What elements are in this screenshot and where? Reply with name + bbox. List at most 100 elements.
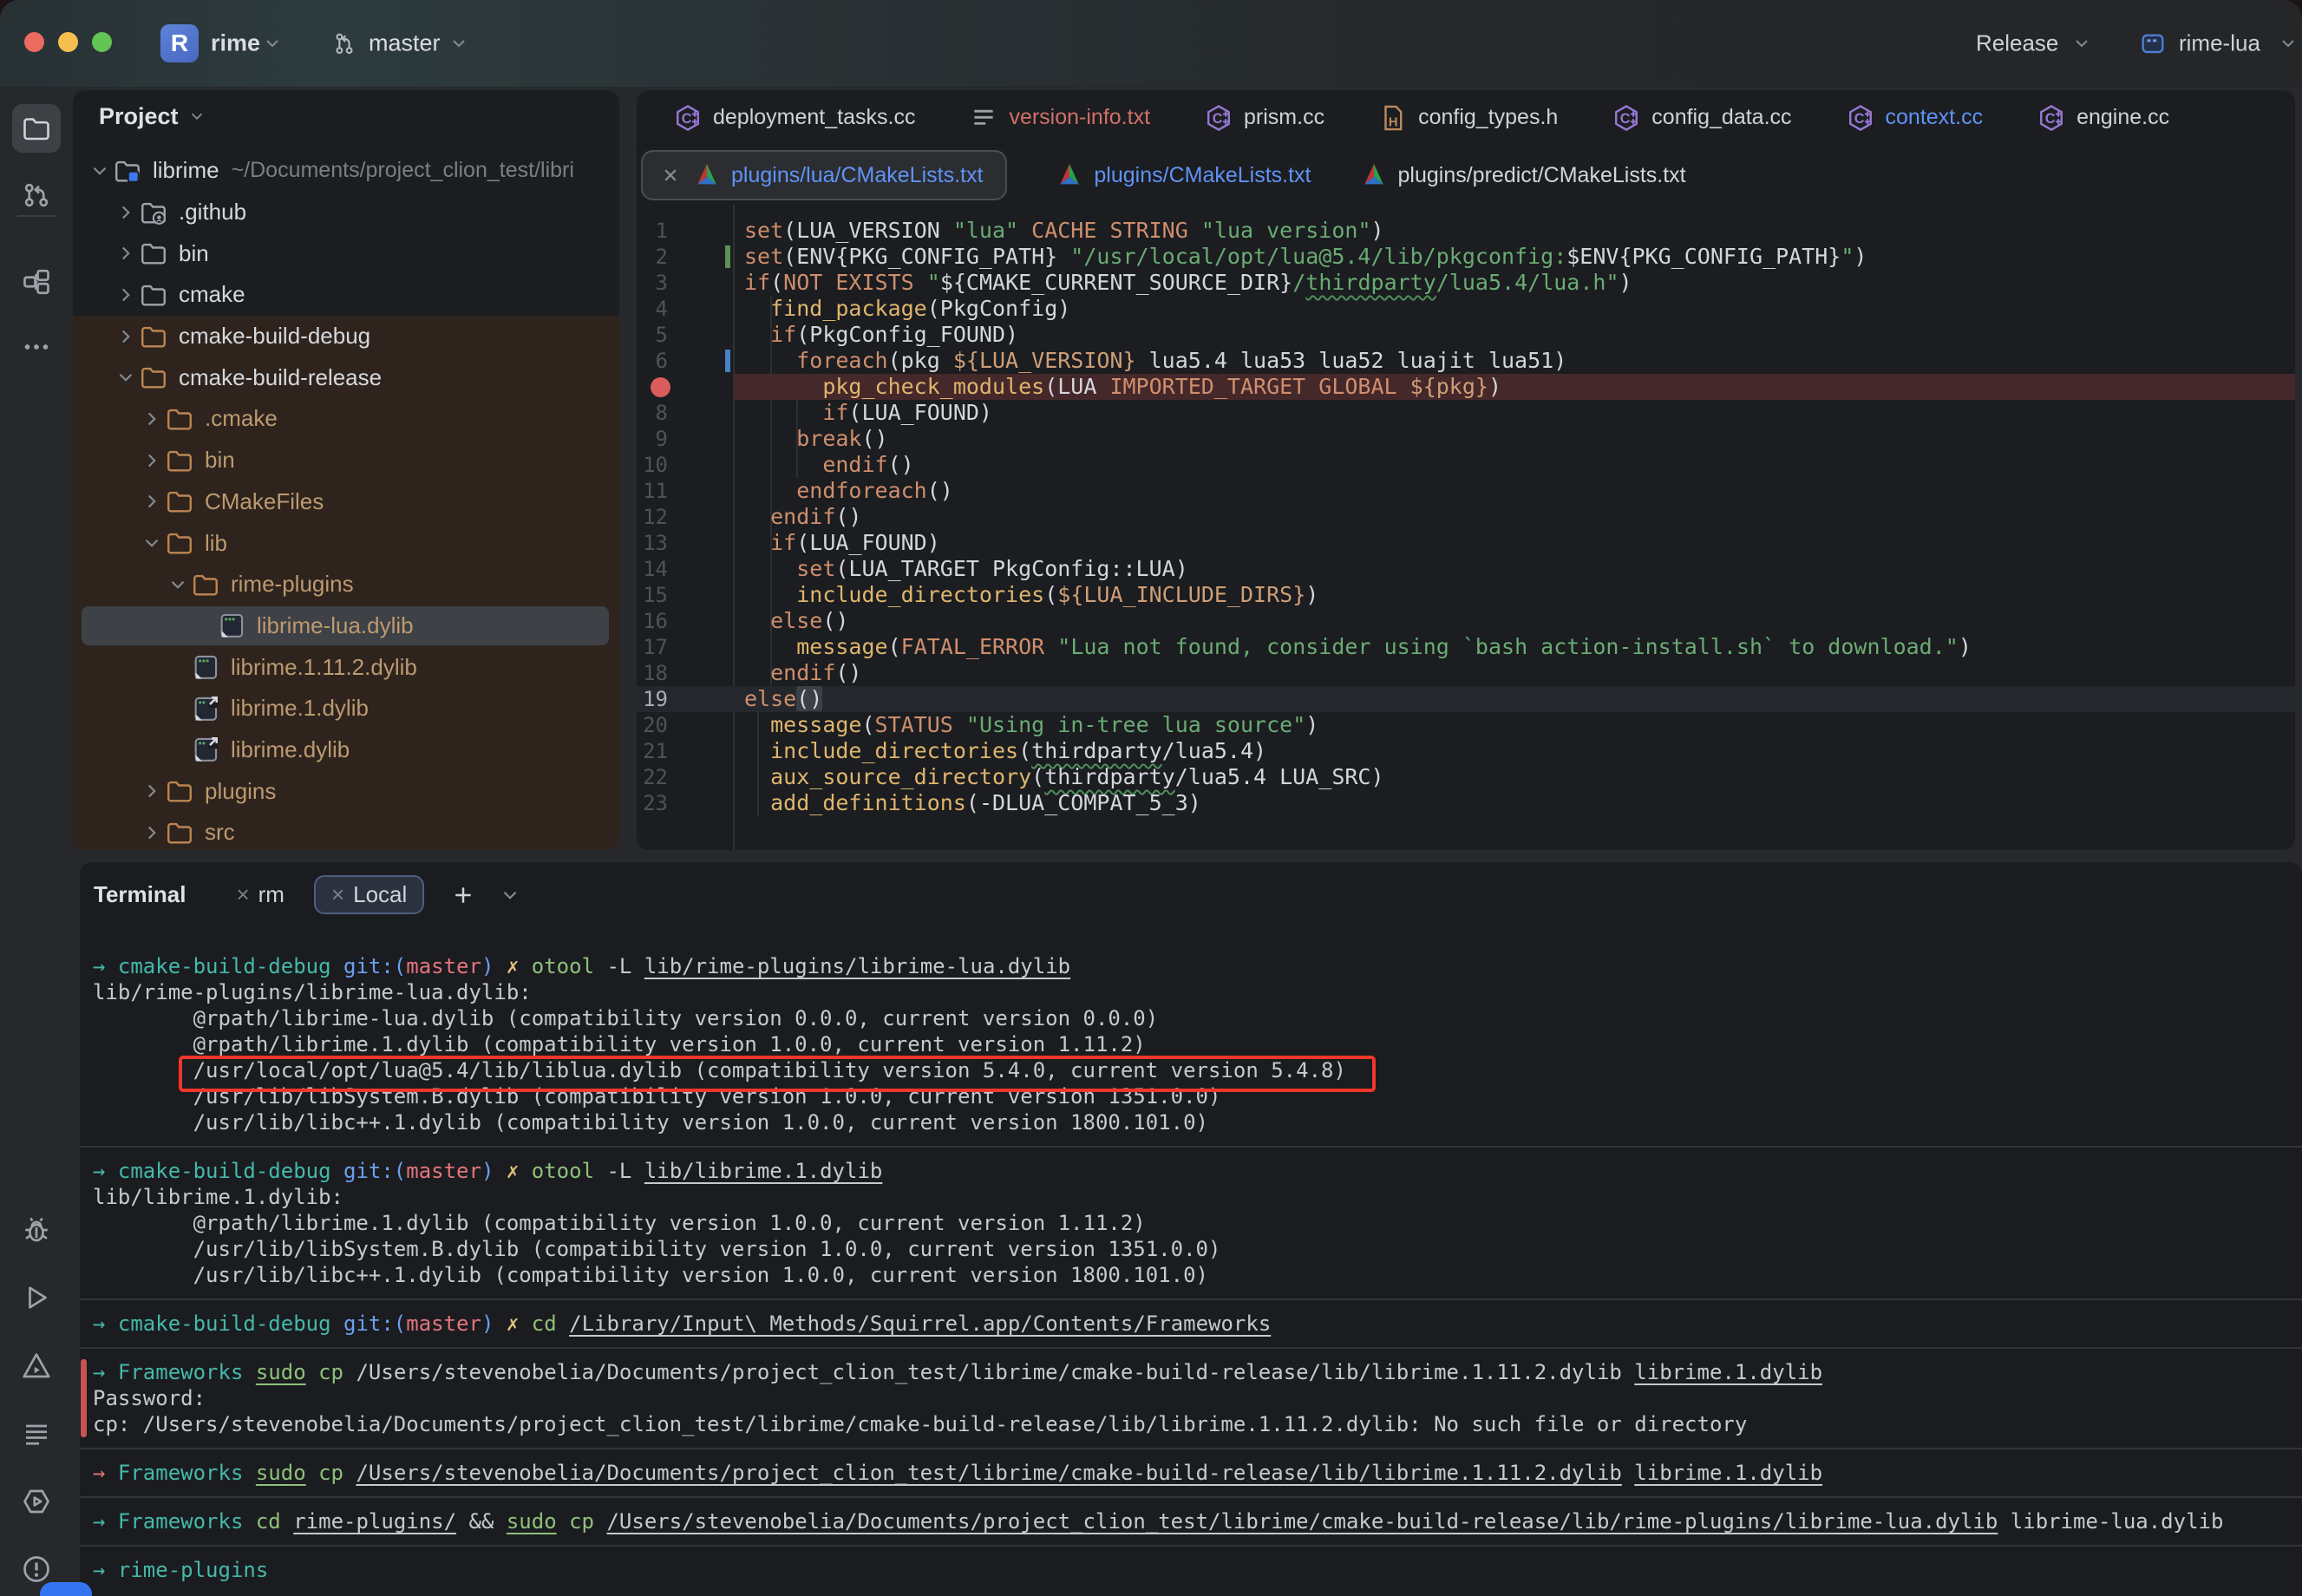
- build-config-selector[interactable]: Release: [1976, 30, 2058, 57]
- editor-tab-deployment_tasks.cc[interactable]: Cdeployment_tasks.cc: [673, 103, 915, 133]
- tree-item-src[interactable]: src: [73, 812, 619, 850]
- editor-tab-engine.cc[interactable]: Cengine.cc: [2037, 103, 2169, 133]
- code-line-5[interactable]: 5 if(PkgConfig_FOUND): [637, 322, 2295, 348]
- line-number[interactable]: 8: [637, 400, 668, 426]
- code-line-19[interactable]: 19else(): [637, 686, 2295, 712]
- line-number[interactable]: 5: [637, 322, 668, 348]
- code-line-13[interactable]: 13 if(LUA_FOUND): [637, 530, 2295, 556]
- close-tab-button[interactable]: [658, 163, 683, 187]
- tree-item-cmake[interactable]: cmake: [73, 274, 619, 316]
- code-line-10[interactable]: 10 endif(): [637, 452, 2295, 478]
- editor-tab-config_types.h[interactable]: Hconfig_types.h: [1378, 103, 1558, 133]
- line-number[interactable]: 2: [637, 244, 668, 270]
- code-line-6[interactable]: 6 foreach(pkg ${LUA_VERSION} lua5.4 lua5…: [637, 348, 2295, 374]
- terminal-output[interactable]: → cmake-build-debug git:(master) ✗ otool…: [93, 953, 2302, 1583]
- code-line-9[interactable]: 9 break(): [637, 426, 2295, 452]
- code-line-15[interactable]: 15 include_directories(${LUA_INCLUDE_DIR…: [637, 582, 2295, 608]
- tree-item-rime-plugins[interactable]: rime-plugins: [73, 564, 619, 605]
- project-panel-title[interactable]: Project: [99, 103, 179, 130]
- terminal-tab-Local[interactable]: ×Local: [314, 875, 424, 914]
- editor-tab-plugins/CMakeLists.txt[interactable]: plugins/CMakeLists.txt: [1056, 161, 1311, 189]
- tree-item-.cmake[interactable]: .cmake: [73, 398, 619, 440]
- tree-item-CMakeFiles[interactable]: CMakeFiles: [73, 481, 619, 523]
- project-selector[interactable]: rime: [211, 30, 260, 57]
- new-terminal-button[interactable]: [450, 882, 476, 908]
- close-terminal-tab[interactable]: ×: [331, 881, 344, 908]
- line-number[interactable]: 23: [637, 790, 668, 816]
- code-line-17[interactable]: 17 message(FATAL_ERROR "Lua not found, c…: [637, 634, 2295, 660]
- vcs-tool-button[interactable]: [12, 171, 61, 219]
- line-number[interactable]: 22: [637, 764, 668, 790]
- code-line-8[interactable]: 8 if(LUA_FOUND): [637, 400, 2295, 426]
- minimize-window-button[interactable]: [58, 32, 78, 52]
- line-number[interactable]: 16: [637, 608, 668, 634]
- tree-item-librime.1.dylib[interactable]: librime.1.dylib: [73, 688, 619, 729]
- run-tool-button[interactable]: [12, 1273, 61, 1322]
- line-number[interactable]: 15: [637, 582, 668, 608]
- line-number[interactable]: 3: [637, 270, 668, 296]
- line-number[interactable]: 4: [637, 296, 668, 322]
- editor-tab-version-info.txt[interactable]: version-info.txt: [969, 103, 1150, 133]
- code-line-4[interactable]: 4 find_package(PkgConfig): [637, 296, 2295, 322]
- debug-tool-button[interactable]: [12, 1206, 61, 1254]
- tree-item-librime-lua.dylib[interactable]: librime-lua.dylib: [73, 605, 619, 647]
- code-line-14[interactable]: 14 set(LUA_TARGET PkgConfig::LUA): [637, 556, 2295, 582]
- code-line-2[interactable]: 2set(ENV{PKG_CONFIG_PATH} "/usr/local/op…: [637, 244, 2295, 270]
- editor-tab-plugins/lua/CMakeLists.txt[interactable]: plugins/lua/CMakeLists.txt: [641, 150, 1007, 200]
- tree-item-librime[interactable]: librime~/Documents/project_clion_test/li…: [73, 150, 619, 192]
- editor-tab-prism.cc[interactable]: Cprism.cc: [1204, 103, 1324, 133]
- line-number[interactable]: 13: [637, 530, 668, 556]
- code-line-1[interactable]: 1set(LUA_VERSION "lua" CACHE STRING "lua…: [637, 218, 2295, 244]
- editor-tab-config_data.cc[interactable]: Cconfig_data.cc: [1612, 103, 1791, 133]
- run-config-selector[interactable]: rime-lua: [2179, 30, 2260, 57]
- tree-item-.github[interactable]: .github: [73, 192, 619, 233]
- maximize-window-button[interactable]: [92, 32, 112, 52]
- todo-tool-button[interactable]: [12, 1410, 61, 1458]
- code-line-11[interactable]: 11 endforeach(): [637, 478, 2295, 504]
- line-number[interactable]: 18: [637, 660, 668, 686]
- code-line-18[interactable]: 18 endif(): [637, 660, 2295, 686]
- line-number[interactable]: 20: [637, 712, 668, 738]
- structure-tool-button[interactable]: [12, 258, 61, 306]
- tree-item-bin[interactable]: bin: [73, 232, 619, 274]
- editor-tab-plugins/predict/CMakeLists.txt[interactable]: plugins/predict/CMakeLists.txt: [1360, 161, 1686, 189]
- line-number[interactable]: 9: [637, 426, 668, 452]
- code-line-3[interactable]: 3if(NOT EXISTS "${CMAKE_CURRENT_SOURCE_D…: [637, 270, 2295, 296]
- tree-item-cmake-build-debug[interactable]: cmake-build-debug: [73, 316, 619, 357]
- code-editor[interactable]: 1set(LUA_VERSION "lua" CACHE STRING "lua…: [637, 205, 2295, 850]
- line-number[interactable]: 12: [637, 504, 668, 530]
- tree-item-plugins[interactable]: plugins: [73, 770, 619, 812]
- tree-item-lib[interactable]: lib: [73, 522, 619, 564]
- code-line-23[interactable]: 23 add_definitions(-DLUA_COMPAT_5_3): [637, 790, 2295, 816]
- code-line-20[interactable]: 20 message(STATUS "Using in-tree lua sou…: [637, 712, 2295, 738]
- code-line-12[interactable]: 12 endif(): [637, 504, 2295, 530]
- terminal-tab-rm[interactable]: ×rm: [236, 881, 284, 908]
- line-number[interactable]: 10: [637, 452, 668, 478]
- terminal-options-chevron[interactable]: [499, 884, 521, 906]
- close-window-button[interactable]: [24, 32, 44, 52]
- tree-item-librime.dylib[interactable]: librime.dylib: [73, 729, 619, 771]
- code-line-22[interactable]: 22 aux_source_directory(thirdparty/lua5.…: [637, 764, 2295, 790]
- branch-selector[interactable]: master: [369, 30, 441, 57]
- more-tools-button[interactable]: [12, 323, 61, 371]
- close-terminal-tab[interactable]: ×: [236, 881, 249, 908]
- services-tool-button[interactable]: [12, 1477, 61, 1526]
- code-line-21[interactable]: 21 include_directories(thirdparty/lua5.4…: [637, 738, 2295, 764]
- tree-item-bin[interactable]: bin: [73, 440, 619, 481]
- code-line-7[interactable]: 7 pkg_check_modules(LUA IMPORTED_TARGET …: [637, 374, 2295, 400]
- notification-pill[interactable]: [40, 1582, 92, 1596]
- line-number[interactable]: 21: [637, 738, 668, 764]
- line-number[interactable]: 14: [637, 556, 668, 582]
- tree-item-librime.1.11.2.dylib[interactable]: librime.1.11.2.dylib: [73, 646, 619, 688]
- line-number[interactable]: 6: [637, 348, 668, 374]
- tree-item-cmake-build-release[interactable]: cmake-build-release: [73, 356, 619, 398]
- code-line-16[interactable]: 16 else(): [637, 608, 2295, 634]
- profiler-tool-button[interactable]: [12, 1342, 61, 1390]
- editor-tab-context.cc[interactable]: Ccontext.cc: [1846, 103, 1984, 133]
- line-number[interactable]: 11: [637, 478, 668, 504]
- line-number[interactable]: 17: [637, 634, 668, 660]
- line-number[interactable]: 19: [637, 686, 668, 712]
- terminal-panel-title[interactable]: Terminal: [94, 881, 186, 908]
- project-tool-button[interactable]: [12, 104, 61, 153]
- line-number[interactable]: 1: [637, 218, 668, 244]
